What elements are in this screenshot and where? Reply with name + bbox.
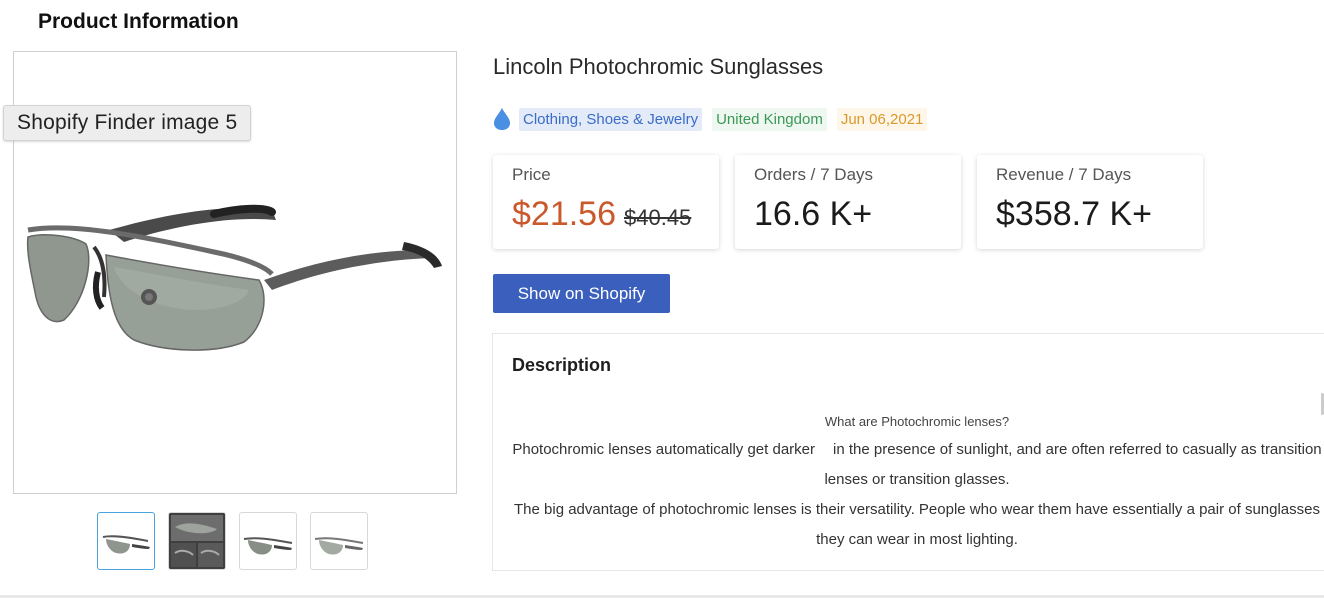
description-paragraph-1-end: in the presence of sunlight, and are oft… (824, 441, 1322, 488)
orders-card: Orders / 7 Days 16.6 K+ (735, 155, 961, 249)
drop-icon (494, 108, 510, 130)
orders-label: Orders / 7 Days (754, 165, 874, 184)
country-tag: United Kingdom (712, 107, 827, 131)
sunglasses-thumbnail-icon (243, 537, 293, 555)
price-value: $21.56 $40.45 (512, 195, 700, 234)
current-price: $21.56 (512, 195, 616, 233)
description-heading: Description (512, 355, 612, 375)
description-paragraph-1: Photochromic lenses automatically get da… (512, 435, 1322, 495)
thumbnail-4[interactable] (310, 512, 368, 570)
date-tag: Jun 06,2021 (836, 107, 928, 131)
revenue-label: Revenue / 7 Days (996, 165, 1132, 184)
thumbnail-1[interactable] (97, 512, 155, 570)
revenue-card: Revenue / 7 Days $358.7 K+ (977, 155, 1203, 249)
description-panel: Description What are Photochromic lenses… (492, 333, 1324, 571)
product-info-panel: Product Information Shopify Finder image… (0, 0, 1324, 598)
page-title: Product Information (38, 10, 239, 33)
orders-value: 16.6 K+ (754, 195, 873, 233)
original-price: $40.45 (624, 205, 692, 230)
description-paragraph-1-start: Photochromic lenses automatically get da… (512, 441, 816, 458)
sunglasses-thumbnail-icon (102, 535, 150, 554)
product-title: Lincoln Photochromic Sunglasses (493, 54, 824, 79)
description-paragraph-2: The big advantage of photochromic lenses… (514, 501, 1320, 548)
image-tooltip: Shopify Finder image 5 (3, 105, 252, 141)
show-on-shopify-button[interactable]: Show on Shopify (493, 274, 670, 313)
price-card: Price $21.56 $40.45 (493, 155, 719, 249)
thumbnail-3[interactable] (239, 512, 297, 570)
thumbnail-2[interactable] (168, 512, 226, 570)
product-tags: Clothing, Shoes & Jewelry United Kingdom… (493, 107, 937, 131)
sunglasses-collage-thumbnail-icon (169, 513, 225, 569)
category-tag[interactable]: Clothing, Shoes & Jewelry (519, 107, 703, 131)
price-label: Price (512, 165, 551, 184)
thumbnail-strip (97, 512, 381, 570)
sunglasses-thumbnail-icon (314, 537, 364, 555)
description-body: What are Photochromic lenses? Photochrom… (512, 414, 1322, 555)
description-question: What are Photochromic lenses? (824, 414, 1010, 429)
revenue-value: $358.7 K+ (996, 195, 1152, 233)
